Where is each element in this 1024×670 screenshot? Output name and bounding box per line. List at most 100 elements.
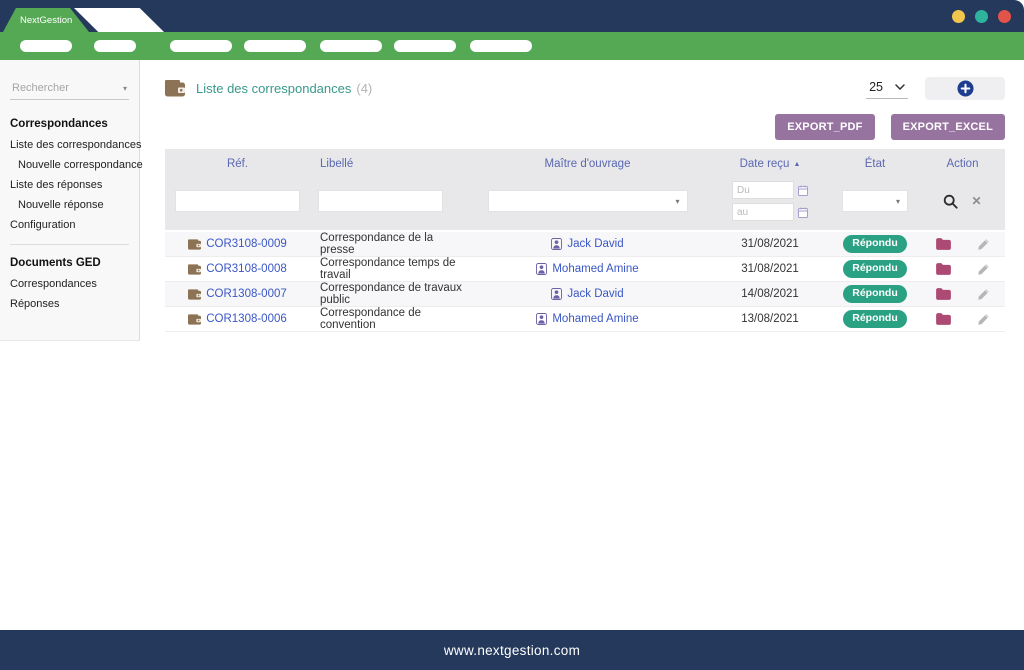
column-header-action[interactable]: Action — [920, 158, 1005, 170]
column-header-libelle[interactable]: Libellé — [310, 158, 465, 170]
column-header-maitre-ouvrage[interactable]: Maître d'ouvrage — [465, 158, 710, 170]
folder-icon[interactable] — [936, 238, 951, 250]
chevron-down-icon: ▾ — [123, 84, 127, 93]
pencil-icon[interactable] — [977, 288, 990, 301]
ref-link[interactable]: COR1308-0006 — [206, 313, 287, 325]
window-maximize-dot[interactable] — [975, 10, 988, 23]
nav-pill[interactable] — [170, 40, 232, 52]
page-size-select[interactable]: 25 — [866, 78, 908, 99]
add-correspondence-button[interactable] — [925, 77, 1005, 100]
nav-pill[interactable] — [394, 40, 456, 52]
ref-filter-input[interactable] — [175, 190, 300, 212]
window-close-dot[interactable] — [998, 10, 1011, 23]
page-size-value: 25 — [869, 80, 883, 94]
export-pdf-button[interactable]: EXPORT_PDF — [775, 114, 874, 140]
date-recu-cell: 13/08/2021 — [710, 313, 830, 325]
column-header-date-recu[interactable]: Date reçu▲ — [710, 158, 830, 170]
maitre-ouvrage-link[interactable]: Jack David — [567, 288, 623, 300]
search-icon[interactable] — [943, 194, 958, 209]
nav-pill[interactable] — [94, 40, 136, 52]
person-icon — [551, 238, 562, 250]
nav-pill[interactable] — [20, 40, 72, 52]
sidebar-search-select[interactable]: Rechercher ▾ — [10, 80, 129, 100]
sidebar-item-liste-des-correspondances[interactable]: Liste des correspondances — [0, 135, 139, 155]
calendar-icon[interactable] — [798, 185, 808, 196]
wallet-icon — [165, 80, 185, 97]
table-row: COR3108-0009 Correspondance de la presse J… — [165, 232, 1005, 257]
wallet-icon — [188, 264, 201, 275]
correspondence-table: Réf. Libellé Maître d'ouvrage Date reçu▲… — [165, 149, 1005, 332]
libelle-cell: Correspondance de travaux public — [310, 282, 465, 306]
secondary-tab[interactable] — [74, 8, 164, 32]
date-from-input[interactable] — [732, 181, 794, 199]
sort-asc-icon: ▲ — [793, 161, 800, 168]
clear-icon[interactable]: ✕ — [971, 195, 981, 207]
window-controls — [952, 10, 1011, 23]
export-excel-button[interactable]: EXPORT_EXCEL — [891, 114, 1005, 140]
wallet-icon — [188, 239, 201, 250]
table-row: COR1308-0006 Correspondance de convention… — [165, 307, 1005, 332]
title-bar: NextGestion — [0, 0, 1024, 32]
sidebar-menu: CorrespondancesListe des correspondances… — [0, 114, 139, 314]
date-to-input[interactable] — [732, 203, 794, 221]
pencil-icon[interactable] — [977, 238, 990, 251]
etat-filter-select[interactable]: ▾ — [842, 190, 908, 212]
sidebar-item-correspondances[interactable]: Correspondances — [0, 274, 139, 294]
maitre-ouvrage-link[interactable]: Mohamed Amine — [552, 263, 638, 275]
sidebar-section-title: Documents GED — [0, 253, 139, 274]
sidebar-item-r-ponses[interactable]: Réponses — [0, 294, 139, 314]
page-header: Liste des correspondances (4) 25 — [165, 76, 1005, 100]
nav-pill[interactable] — [244, 40, 306, 52]
sidebar-item-configuration[interactable]: Configuration — [0, 215, 139, 235]
date-recu-cell: 31/08/2021 — [710, 263, 830, 275]
libelle-filter-input[interactable] — [318, 190, 443, 212]
folder-icon[interactable] — [936, 288, 951, 300]
folder-icon[interactable] — [936, 313, 951, 325]
sidebar-item-nouvelle-correspondance[interactable]: Nouvelle correspondance — [0, 155, 139, 175]
libelle-cell: Correspondance temps de travail — [310, 257, 465, 281]
column-header-etat[interactable]: État — [830, 158, 920, 170]
maitre-ouvrage-link[interactable]: Mohamed Amine — [552, 313, 638, 325]
pencil-icon[interactable] — [977, 313, 990, 326]
sidebar-divider — [10, 244, 129, 245]
ref-link[interactable]: COR1308-0007 — [206, 288, 287, 300]
pencil-icon[interactable] — [977, 263, 990, 276]
sidebar-search-placeholder: Rechercher — [12, 82, 69, 94]
sidebar-item-liste-des-r-ponses[interactable]: Liste des réponses — [0, 175, 139, 195]
page-title: Liste des correspondances — [196, 81, 351, 96]
main-panel: Liste des correspondances (4) 25 EXPORT_… — [140, 60, 1024, 332]
maitre-ouvrage-link[interactable]: Jack David — [567, 238, 623, 250]
chevron-down-icon: ▾ — [896, 197, 900, 206]
ref-link[interactable]: COR3108-0009 — [206, 238, 287, 250]
calendar-icon[interactable] — [798, 207, 808, 218]
brand-name: NextGestion — [20, 15, 72, 26]
wallet-icon — [188, 289, 201, 300]
status-badge: Répondu — [843, 310, 907, 328]
column-header-ref[interactable]: Réf. — [165, 158, 310, 170]
table-header: Réf. Libellé Maître d'ouvrage Date reçu▲… — [165, 149, 1005, 230]
sidebar-item-nouvelle-r-ponse[interactable]: Nouvelle réponse — [0, 195, 139, 215]
person-icon — [551, 288, 562, 300]
libelle-cell: Correspondance de convention — [310, 307, 465, 331]
date-recu-cell: 14/08/2021 — [710, 288, 830, 300]
sidebar: Rechercher ▾ CorrespondancesListe des co… — [0, 60, 140, 341]
chevron-down-icon — [895, 84, 905, 90]
content-area: Rechercher ▾ CorrespondancesListe des co… — [0, 60, 1024, 630]
maitre-ouvrage-filter-select[interactable]: ▾ — [488, 190, 688, 212]
brand-tab[interactable]: NextGestion — [3, 8, 89, 32]
plus-icon — [957, 80, 974, 97]
nav-pill[interactable] — [470, 40, 532, 52]
status-badge: Répondu — [843, 260, 907, 278]
app-window: NextGestion Rechercher ▾ Correspondances… — [0, 0, 1024, 670]
filter-row: ▾ — [165, 178, 1005, 224]
main-nav — [0, 32, 1024, 60]
window-minimize-dot[interactable] — [952, 10, 965, 23]
sidebar-section-title: Correspondances — [0, 114, 139, 135]
libelle-cell: Correspondance de la presse — [310, 232, 465, 256]
ref-link[interactable]: COR3108-0008 — [206, 263, 287, 275]
status-badge: Répondu — [843, 235, 907, 253]
nav-pill[interactable] — [320, 40, 382, 52]
date-recu-cell: 31/08/2021 — [710, 238, 830, 250]
folder-icon[interactable] — [936, 263, 951, 275]
status-badge: Répondu — [843, 285, 907, 303]
